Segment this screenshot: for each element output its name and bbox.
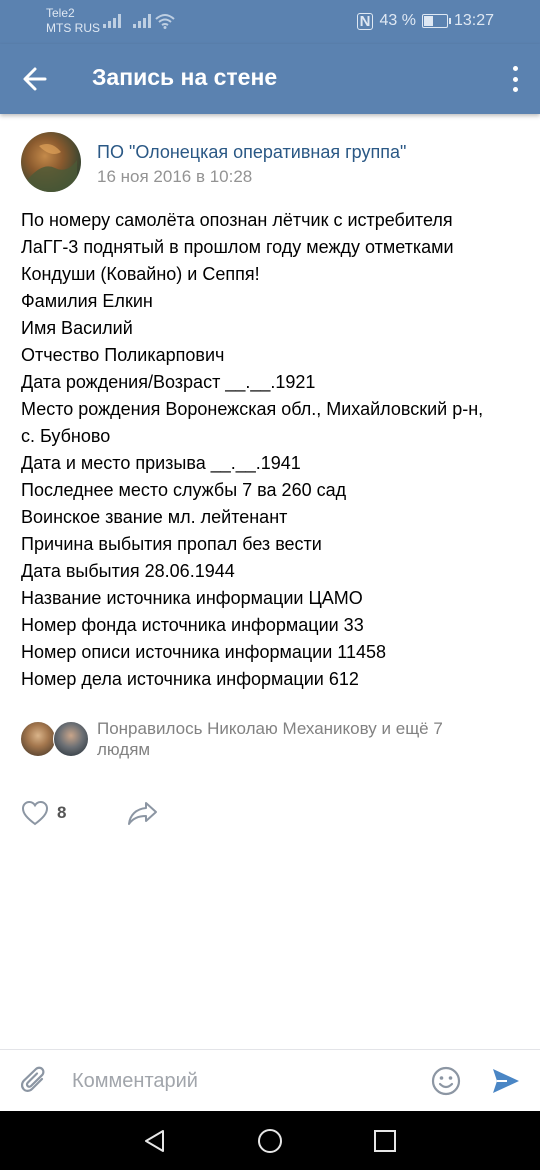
author-avatar[interactable]: [21, 132, 81, 192]
post-line: Последнее место службы 7 ва 260 сад: [21, 480, 347, 500]
more-menu-button[interactable]: [508, 64, 522, 94]
more-vertical-icon: [512, 66, 518, 71]
back-button[interactable]: [18, 61, 54, 97]
likes-summary[interactable]: Понравилось Николаю Механикову и ещё 7 л…: [97, 718, 497, 760]
post-date[interactable]: 16 ноя 2016 в 10:28: [97, 167, 252, 187]
status-bar: Tele2 MTS RUS N 43 % 13:27: [0, 0, 540, 44]
like-button[interactable]: 8: [21, 800, 66, 826]
nav-back-button[interactable]: [142, 1128, 168, 1159]
send-button[interactable]: [490, 1065, 522, 1102]
author-name[interactable]: ПО "Олонецкая оперативная группа": [97, 142, 406, 163]
share-button[interactable]: [127, 800, 159, 831]
clock: 13:27: [453, 12, 494, 29]
nav-recent-button[interactable]: [373, 1129, 397, 1158]
carrier-labels: Tele2 MTS RUS: [46, 6, 100, 36]
avatar: [20, 721, 56, 757]
battery-percent: 43 %: [379, 12, 416, 29]
comment-input[interactable]: [72, 1068, 412, 1094]
post-line: с. Бубново: [21, 426, 111, 446]
post-line: Название источника информации ЦАМО: [21, 588, 363, 608]
avatar-image: [21, 144, 77, 192]
comment-bar: [0, 1049, 540, 1112]
like-count: 8: [57, 803, 67, 822]
post-line: Отчество Поликарпович: [21, 345, 225, 365]
post-line: Номер описи источника информации 11458: [21, 642, 386, 662]
nav-home-button[interactable]: [257, 1128, 283, 1159]
post-line: ЛаГГ-3 поднятый в прошлом году между отм…: [21, 237, 454, 257]
nav-back-icon: [145, 1130, 164, 1152]
liker-avatars[interactable]: [20, 721, 90, 757]
nav-home-icon: [258, 1129, 282, 1153]
share-icon: [128, 802, 157, 825]
signal-icon: [103, 14, 121, 28]
post-line: Номер дела источника информации 612: [21, 669, 359, 689]
signal-icon: [133, 14, 151, 28]
emoji-icon: [431, 1066, 461, 1096]
battery-icon: [421, 14, 451, 28]
post-line: Дата выбытия 28.06.1944: [21, 561, 235, 581]
post-line: Фамилия Елкин: [21, 291, 153, 311]
emoji-button[interactable]: [430, 1065, 462, 1102]
page-title: Запись на стене: [92, 64, 278, 90]
post-line: Дата и место призыва __.__.1941: [21, 453, 301, 473]
post-line: По номеру самолёта опознан лётчик с истр…: [21, 210, 453, 230]
nfc-icon: N: [356, 12, 374, 30]
status-right: N 43 % 13:27: [356, 12, 494, 30]
arrow-left-icon: [23, 67, 47, 91]
attach-button[interactable]: [20, 1066, 50, 1103]
post-line: Имя Василий: [21, 318, 133, 338]
paperclip-icon: [20, 1066, 45, 1092]
avatar: [53, 721, 89, 757]
heart-icon: [21, 800, 49, 826]
post-text: По номеру самолёта опознан лётчик с истр…: [21, 207, 526, 693]
nav-recent-icon: [374, 1130, 396, 1152]
carrier-2: MTS RUS: [46, 21, 100, 35]
carrier-1: Tele2: [46, 6, 75, 20]
post-line: Место рождения Воронежская обл., Михайло…: [21, 399, 484, 419]
post-line: Воинское звание мл. лейтенант: [21, 507, 288, 527]
app-bar: Запись на стене: [0, 44, 540, 114]
post-line: Причина выбытия пропал без вести: [21, 534, 322, 554]
post-line: Номер фонда источника информации 33: [21, 615, 364, 635]
wifi-icon: [155, 14, 175, 29]
post-line: Кондуши (Ковайно) и Сеппя!: [21, 264, 260, 284]
send-icon: [493, 1069, 519, 1093]
system-nav-bar: [0, 1111, 540, 1170]
post-line: Дата рождения/Возраст __.__.1921: [21, 372, 316, 392]
